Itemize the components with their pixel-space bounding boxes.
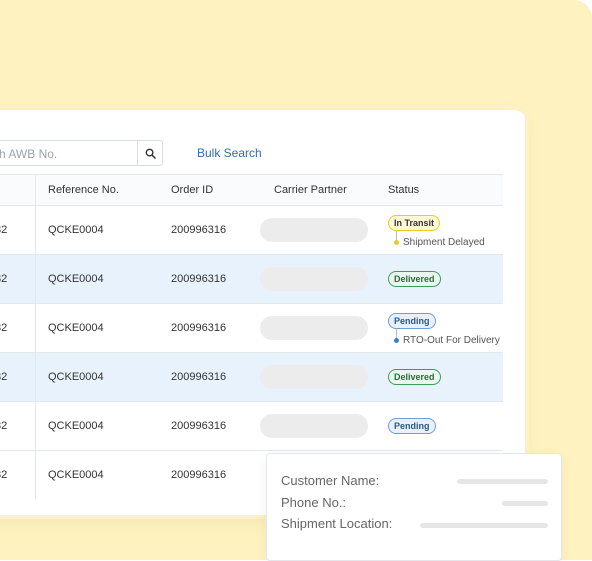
- column-divider: [35, 175, 36, 205]
- order-id-cell: 200996316: [171, 469, 227, 481]
- awb-cell: 32: [0, 224, 8, 236]
- table-row[interactable]: 32 QCKE0004 200996316 Delivered: [0, 255, 503, 304]
- awb-cell: 32: [0, 371, 8, 383]
- status-badge: Pending: [388, 313, 436, 329]
- phone-placeholder: [502, 501, 548, 506]
- awb-cell: 32: [0, 469, 8, 481]
- status-badge: Pending: [388, 418, 436, 434]
- order-id-cell: 200996316: [171, 273, 227, 285]
- shipment-location-label: Shipment Location:: [281, 516, 393, 531]
- column-divider: [35, 353, 36, 401]
- reference-cell: QCKE0004: [48, 420, 104, 432]
- column-divider: [35, 402, 36, 450]
- column-divider: [35, 451, 36, 499]
- carrier-placeholder: [260, 316, 368, 340]
- status-badge: Delivered: [388, 369, 441, 385]
- search-icon: [145, 148, 156, 159]
- customer-name-label: Customer Name:: [281, 473, 380, 488]
- carrier-placeholder: [260, 365, 368, 389]
- status-connector: [396, 329, 397, 338]
- awb-search-input[interactable]: [0, 145, 141, 163]
- shipment-details-card: Customer Name: Phone No.: Shipment Locat…: [266, 453, 562, 561]
- header-carrier-partner[interactable]: Carrier Partner: [274, 184, 347, 196]
- carrier-placeholder: [260, 218, 368, 242]
- status-dot: [394, 338, 399, 343]
- column-divider: [35, 206, 36, 254]
- table-row[interactable]: 32 QCKE0004 200996316 In Transit Shipmen…: [0, 206, 503, 255]
- status-badge: In Transit: [388, 215, 441, 231]
- header-order-id[interactable]: Order ID: [171, 184, 213, 196]
- phone-label: Phone No.:: [281, 495, 347, 510]
- status-connector: [396, 231, 397, 240]
- bulk-search-link[interactable]: Bulk Search: [197, 146, 262, 160]
- status-sub-text: Shipment Delayed: [403, 237, 485, 248]
- header-status[interactable]: Status: [388, 184, 419, 196]
- carrier-placeholder: [260, 414, 368, 438]
- customer-name-placeholder: [457, 479, 548, 484]
- reference-cell: QCKE0004: [48, 224, 104, 236]
- awb-cell: 32: [0, 420, 8, 432]
- order-id-cell: 200996316: [171, 322, 227, 334]
- awb-search-field[interactable]: [0, 140, 163, 166]
- awb-cell: 32: [0, 322, 8, 334]
- order-id-cell: 200996316: [171, 420, 227, 432]
- shipments-table: Reference No. Order ID Carrier Partner S…: [0, 174, 503, 499]
- shipment-location-placeholder: [420, 523, 548, 528]
- table-header: Reference No. Order ID Carrier Partner S…: [0, 174, 503, 206]
- order-id-cell: 200996316: [171, 371, 227, 383]
- order-id-cell: 200996316: [171, 224, 227, 236]
- column-divider: [35, 304, 36, 352]
- table-row[interactable]: 32 QCKE0004 200996316 Pending: [0, 402, 503, 451]
- table-row[interactable]: 32 QCKE0004 200996316 Pending RTO-Out Fo…: [0, 304, 503, 353]
- reference-cell: QCKE0004: [48, 322, 104, 334]
- awb-cell: 32: [0, 273, 8, 285]
- status-sub-text: RTO-Out For Delivery: [403, 335, 500, 346]
- carrier-placeholder: [260, 267, 368, 291]
- reference-cell: QCKE0004: [48, 273, 104, 285]
- table-row[interactable]: 32 QCKE0004 200996316 Delivered: [0, 353, 503, 402]
- status-dot: [394, 240, 399, 245]
- reference-cell: QCKE0004: [48, 469, 104, 481]
- column-divider: [35, 255, 36, 303]
- search-button[interactable]: [137, 141, 162, 165]
- header-reference-no[interactable]: Reference No.: [48, 184, 119, 196]
- reference-cell: QCKE0004: [48, 371, 104, 383]
- status-badge: Delivered: [388, 271, 441, 287]
